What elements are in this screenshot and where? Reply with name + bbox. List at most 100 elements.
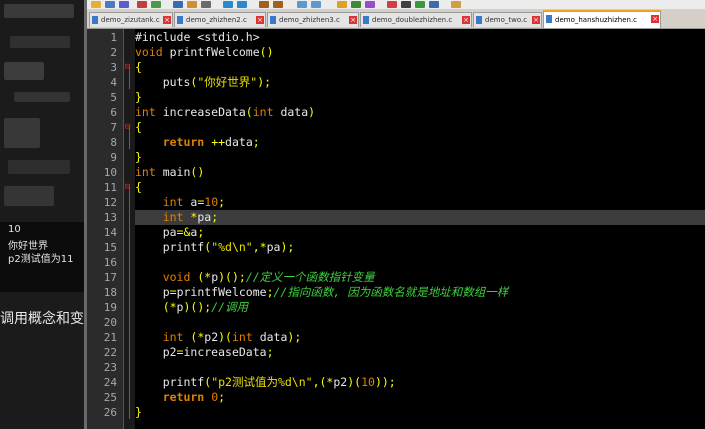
code-line[interactable]: return 0; bbox=[135, 390, 705, 405]
close-tab-icon[interactable]: × bbox=[256, 16, 264, 24]
code-line[interactable]: int main() bbox=[135, 165, 705, 180]
code-line[interactable]: void printfWelcome() bbox=[135, 45, 705, 60]
line-number: 3 bbox=[110, 61, 117, 74]
zoom-out-icon[interactable] bbox=[311, 1, 321, 8]
code-line[interactable]: int *pa; bbox=[135, 210, 705, 225]
code-line[interactable]: int a=10; bbox=[135, 195, 705, 210]
code-line[interactable]: } bbox=[135, 90, 705, 105]
code-line[interactable]: int (*p2)(int data); bbox=[135, 330, 705, 345]
paste-icon[interactable] bbox=[201, 1, 211, 8]
fold-toggle-icon[interactable]: ⊟ bbox=[125, 120, 130, 135]
code-token: int bbox=[135, 210, 184, 224]
tab-demo-zhizhen2[interactable]: demo_zhizhen2.c × bbox=[174, 12, 266, 27]
line-number: 14 bbox=[103, 226, 117, 239]
code-line[interactable]: int increaseData(int data) bbox=[135, 105, 705, 120]
fold-toggle-icon[interactable]: ⊟ bbox=[125, 180, 130, 195]
file-icon bbox=[546, 15, 552, 23]
close-tab-icon[interactable]: × bbox=[349, 16, 357, 24]
fold-toggle-icon[interactable]: ⊟ bbox=[125, 60, 130, 75]
code-token: ; bbox=[266, 345, 274, 359]
code-line[interactable]: printf("p2测试值为%d\n",(*p2)(10)); bbox=[135, 375, 705, 390]
code-token: =& bbox=[176, 225, 191, 239]
save-macro-icon[interactable] bbox=[429, 1, 439, 8]
code-line[interactable]: { bbox=[135, 180, 705, 195]
copy-icon[interactable] bbox=[187, 1, 197, 8]
tab-demo-two[interactable]: demo_two.c × bbox=[473, 12, 542, 27]
code-token: data bbox=[252, 330, 288, 344]
code-area[interactable]: #include <stdio.h> void printfWelcome(){ … bbox=[135, 29, 705, 429]
indent-guide-icon[interactable] bbox=[365, 1, 375, 8]
line-number: 26 bbox=[103, 406, 117, 419]
console-line: p2测试值为11 bbox=[8, 254, 74, 265]
code-line[interactable]: #include <stdio.h> bbox=[135, 30, 705, 45]
code-line[interactable]: pa=&a; bbox=[135, 225, 705, 240]
stop-macro-icon[interactable] bbox=[401, 1, 411, 8]
close-tab-icon[interactable]: × bbox=[163, 16, 171, 24]
code-token: (* bbox=[190, 330, 205, 344]
save-icon[interactable] bbox=[119, 1, 129, 8]
code-token: ( bbox=[245, 105, 253, 119]
code-line[interactable] bbox=[135, 255, 705, 270]
code-token: { bbox=[135, 120, 142, 134]
blurred-text bbox=[4, 62, 44, 80]
find-icon[interactable] bbox=[259, 1, 269, 8]
undo-icon[interactable] bbox=[223, 1, 233, 8]
code-line[interactable]: return ++data; bbox=[135, 135, 705, 150]
close-tab-icon[interactable]: × bbox=[651, 15, 659, 23]
close-tab-icon[interactable]: × bbox=[462, 16, 470, 24]
code-line[interactable]: } bbox=[135, 405, 705, 420]
code-token: )( bbox=[218, 330, 232, 344]
fold-line bbox=[129, 186, 130, 419]
code-token: p2 bbox=[333, 375, 348, 389]
redo-icon[interactable] bbox=[237, 1, 247, 8]
file-tabs: demo_zizutank.c × demo_zhizhen2.c × demo_z… bbox=[87, 9, 705, 29]
line-number: 19 bbox=[103, 301, 117, 314]
code-line[interactable]: { bbox=[135, 60, 705, 75]
replace-icon[interactable] bbox=[273, 1, 283, 8]
tab-demo-hanshuzhizheng[interactable]: demo_hanshuzhizhen.c × bbox=[543, 10, 661, 28]
code-line[interactable]: } bbox=[135, 150, 705, 165]
tab-demo-zhizhen3[interactable]: demo_zhizhen3.c × bbox=[267, 12, 359, 27]
console-line: 10 bbox=[8, 224, 21, 235]
zoom-in-icon[interactable] bbox=[297, 1, 307, 8]
code-token: pa bbox=[135, 225, 177, 239]
tab-demo-zizutank[interactable]: demo_zizutank.c × bbox=[89, 12, 173, 27]
open-file-icon[interactable] bbox=[105, 1, 115, 8]
code-line[interactable]: p=printfWelcome;//指向函数, 因为函数名就是地址和数组一样 bbox=[135, 285, 705, 300]
code-line[interactable]: puts("你好世界"); bbox=[135, 75, 705, 90]
wrap-icon[interactable] bbox=[351, 1, 361, 8]
line-number: 22 bbox=[103, 346, 117, 359]
close-icon[interactable] bbox=[137, 1, 147, 8]
code-token: return bbox=[135, 135, 205, 149]
line-number: 21 bbox=[103, 331, 117, 344]
close-tab-icon[interactable]: × bbox=[532, 16, 540, 24]
run-icon[interactable] bbox=[451, 1, 461, 8]
code-line[interactable]: printf("%d\n",*pa); bbox=[135, 240, 705, 255]
code-token: void bbox=[135, 45, 163, 59]
line-number: 20 bbox=[103, 316, 117, 329]
code-line[interactable]: p2=increaseData; bbox=[135, 345, 705, 360]
play-macro-icon[interactable] bbox=[415, 1, 425, 8]
code-token: int bbox=[252, 105, 274, 119]
code-token: )( bbox=[347, 375, 362, 389]
new-file-icon[interactable] bbox=[91, 1, 101, 8]
code-token: printfWelcome bbox=[176, 285, 267, 299]
code-token: ; bbox=[252, 135, 260, 149]
code-token: //定义一个函数指针变量 bbox=[245, 270, 375, 284]
blurred-text bbox=[4, 186, 54, 206]
code-line[interactable] bbox=[135, 360, 705, 375]
sync-icon[interactable] bbox=[337, 1, 347, 8]
line-number: 7 bbox=[110, 121, 117, 134]
tab-demo-doublezhizhen[interactable]: demo_doublezhizhen.c × bbox=[360, 12, 472, 27]
file-icon bbox=[270, 16, 276, 24]
record-macro-icon[interactable] bbox=[387, 1, 397, 8]
code-token: main bbox=[155, 165, 191, 179]
print-icon[interactable] bbox=[151, 1, 161, 8]
code-line[interactable]: void (*p)();//定义一个函数指针变量 bbox=[135, 270, 705, 285]
code-line[interactable]: { bbox=[135, 120, 705, 135]
code-token: = bbox=[169, 285, 177, 299]
code-line[interactable]: (*p)();//调用 bbox=[135, 300, 705, 315]
page-heading-fragment: 调用概念和变 bbox=[0, 311, 84, 327]
code-line[interactable] bbox=[135, 315, 705, 330]
cut-icon[interactable] bbox=[173, 1, 183, 8]
